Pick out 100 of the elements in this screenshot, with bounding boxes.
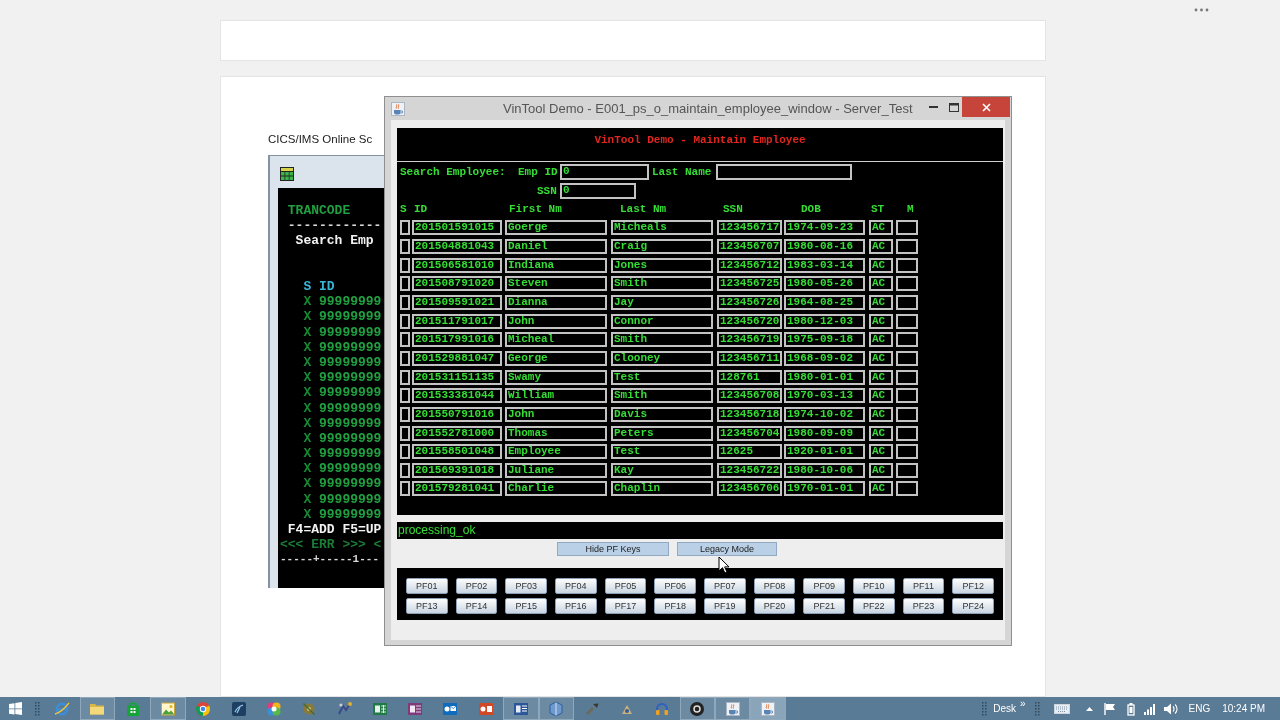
last-name-field[interactable]: Connor xyxy=(611,313,713,329)
first-name-field[interactable]: Juliane xyxy=(505,462,607,478)
ssn-field[interactable]: 123456719 xyxy=(717,332,782,348)
last-name-field[interactable]: Jones xyxy=(611,257,713,273)
clock[interactable]: 10:24 PM xyxy=(1222,701,1265,716)
input-field[interactable] xyxy=(896,239,918,255)
status-code-field[interactable]: AC xyxy=(869,332,893,348)
ssn-field[interactable]: 123456708 xyxy=(717,388,782,404)
speaker-icon[interactable] xyxy=(1163,702,1178,715)
ssn-field[interactable]: 123456707 xyxy=(717,239,782,255)
function-key-button[interactable]: PF06 xyxy=(654,578,696,594)
input-field[interactable] xyxy=(400,257,410,273)
status-code-field[interactable]: AC xyxy=(869,313,893,329)
status-code-field[interactable]: AC xyxy=(869,350,893,366)
function-key-button[interactable]: PF13 xyxy=(406,598,448,614)
ssn-field[interactable]: 123456711 xyxy=(717,350,782,366)
status-code-field[interactable]: AC xyxy=(869,388,893,404)
first-name-field[interactable]: Daniel xyxy=(505,239,607,255)
grip-icon[interactable] xyxy=(34,701,40,716)
function-key-button[interactable]: PF20 xyxy=(753,598,796,614)
first-name-field[interactable]: Goerge xyxy=(505,220,607,236)
id-field[interactable]: 201579281041 xyxy=(412,481,502,497)
function-key-button[interactable]: PF18 xyxy=(654,598,696,614)
id-field[interactable]: 201529881047 xyxy=(412,350,502,366)
dob-field[interactable]: 1974-09-23 xyxy=(784,220,865,236)
dob-field[interactable]: 1974-10-02 xyxy=(784,406,865,422)
input-field[interactable] xyxy=(400,239,410,255)
input-field[interactable] xyxy=(896,313,918,329)
last-name-field[interactable]: Peters xyxy=(611,425,713,441)
ssn-field[interactable]: 123456704 xyxy=(717,425,782,441)
grip-icon[interactable] xyxy=(1034,701,1040,716)
first-name-field[interactable]: Indiana xyxy=(505,257,607,273)
id-field[interactable]: 201511791017 xyxy=(412,313,502,329)
id-field[interactable]: 201569391018 xyxy=(412,462,502,478)
battery-icon[interactable] xyxy=(1125,701,1136,716)
id-field[interactable]: 201501591015 xyxy=(412,220,502,236)
input-field[interactable] xyxy=(896,350,918,366)
last-name-field[interactable]: Smith xyxy=(611,388,713,404)
input-field[interactable] xyxy=(400,313,410,329)
ssn-field[interactable]: 123456718 xyxy=(717,406,782,422)
input-field[interactable] xyxy=(400,406,410,422)
input-field[interactable] xyxy=(400,388,410,404)
caret-up-icon[interactable] xyxy=(1085,706,1093,711)
input-field[interactable] xyxy=(400,350,410,366)
input-field[interactable] xyxy=(400,220,410,236)
input-field[interactable] xyxy=(400,276,410,292)
first-name-field[interactable]: Steven xyxy=(505,276,607,292)
last-name-field[interactable]: Craig xyxy=(611,239,713,255)
id-field[interactable]: 201558501048 xyxy=(412,444,502,460)
ssn-field[interactable]: 123456720 xyxy=(717,313,782,329)
grip-icon[interactable] xyxy=(982,701,988,716)
input-field[interactable] xyxy=(400,369,410,385)
last-name-field[interactable]: Micheals xyxy=(611,220,713,236)
first-name-field[interactable]: Swamy xyxy=(505,369,607,385)
action-button[interactable]: Hide PF Keys xyxy=(557,542,669,556)
input-field[interactable] xyxy=(400,425,410,441)
first-name-field[interactable]: Dianna xyxy=(505,295,607,310)
status-code-field[interactable]: AC xyxy=(869,239,893,255)
function-key-button[interactable]: PF15 xyxy=(505,598,547,614)
function-key-button[interactable]: PF09 xyxy=(803,578,845,594)
input-field[interactable] xyxy=(896,295,918,310)
input-field[interactable] xyxy=(896,369,918,385)
last-name-field[interactable]: Test xyxy=(611,444,713,460)
function-key-button[interactable]: PF12 xyxy=(952,578,994,594)
function-key-button[interactable]: PF01 xyxy=(406,578,448,594)
status-code-field[interactable]: AC xyxy=(869,220,893,236)
first-name-field[interactable]: Thomas xyxy=(505,425,607,441)
id-field[interactable]: 201506581010 xyxy=(412,257,502,273)
input-field[interactable] xyxy=(400,481,410,497)
function-key-button[interactable]: PF23 xyxy=(902,598,945,614)
toolbar-chevron[interactable]: » xyxy=(1019,698,1026,710)
status-code-field[interactable]: AC xyxy=(869,295,893,310)
status-code-field[interactable]: AC xyxy=(869,276,893,292)
function-key-button[interactable]: PF16 xyxy=(555,598,597,614)
dob-field[interactable]: 1968-09-02 xyxy=(784,350,865,366)
first-name-field[interactable]: John xyxy=(505,406,607,422)
dob-field[interactable]: 1983-03-14 xyxy=(784,257,865,273)
more-icon[interactable] xyxy=(1194,8,1209,12)
id-field[interactable]: 201552781000 xyxy=(412,425,502,441)
dob-field[interactable]: 1975-09-18 xyxy=(784,332,865,348)
input-field[interactable] xyxy=(896,425,918,441)
function-key-button[interactable]: PF14 xyxy=(455,598,498,614)
signal-icon[interactable] xyxy=(1143,702,1156,715)
flag-icon[interactable] xyxy=(1103,702,1116,715)
function-key-button[interactable]: PF21 xyxy=(803,598,845,614)
ssn-field[interactable]: 128761 xyxy=(717,369,782,385)
function-key-button[interactable]: PF11 xyxy=(902,578,945,594)
last-name-field[interactable]: Smith xyxy=(611,332,713,348)
input-field[interactable] xyxy=(896,276,918,292)
dob-field[interactable]: 1980-10-06 xyxy=(784,462,865,478)
ssn-field[interactable]: 0 xyxy=(560,182,636,199)
status-code-field[interactable]: AC xyxy=(869,444,893,460)
input-field[interactable] xyxy=(896,388,918,404)
ssn-field[interactable]: 123456717 xyxy=(717,220,782,236)
input-field[interactable] xyxy=(400,462,410,478)
last-name-field[interactable]: Davis xyxy=(611,406,713,422)
function-key-button[interactable]: PF24 xyxy=(952,598,994,614)
last-name-field[interactable]: Jay xyxy=(611,295,713,310)
first-name-field[interactable]: William xyxy=(505,388,607,404)
function-key-button[interactable]: PF02 xyxy=(455,578,498,594)
